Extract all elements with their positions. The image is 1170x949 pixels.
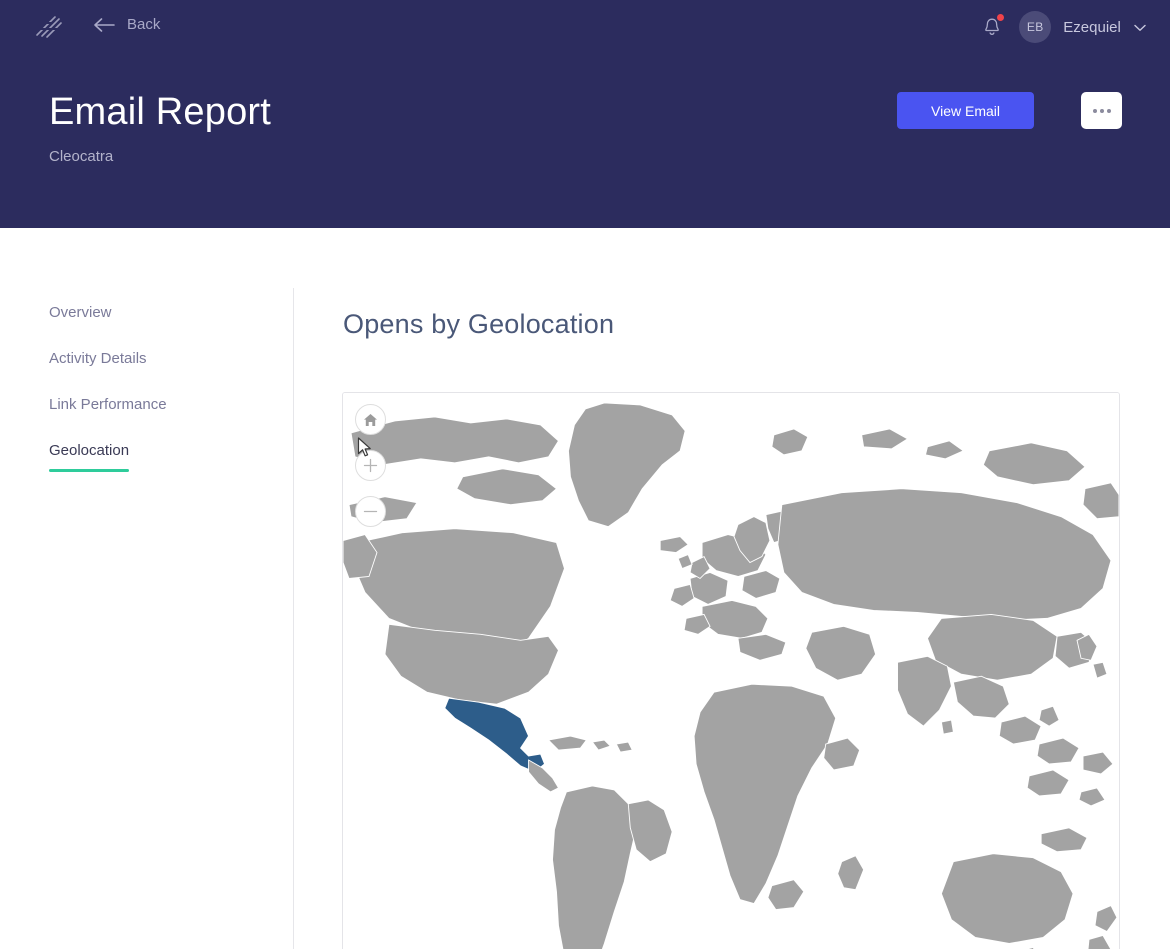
more-dot-icon	[1099, 108, 1104, 113]
chevron-down-icon	[1134, 19, 1146, 36]
sidebar-item-activity-details[interactable]: Activity Details	[49, 349, 147, 369]
page-title: Email Report	[49, 91, 272, 133]
map-home-button[interactable]	[355, 404, 386, 435]
geolocation-map-card[interactable]: little a lot	[342, 392, 1120, 949]
avatar[interactable]: EB	[1019, 11, 1052, 43]
sidebar-divider	[293, 288, 294, 949]
user-menu[interactable]: Ezequiel	[1063, 19, 1146, 36]
more-dot-icon	[1106, 108, 1111, 113]
page-header: Back EB Ezequiel Email Report Cleocatra …	[0, 0, 1170, 228]
avatar-initials: EB	[1026, 20, 1044, 34]
notification-badge-dot	[997, 14, 1005, 21]
back-link[interactable]: Back	[94, 14, 160, 36]
active-indicator	[49, 469, 130, 472]
map-zoom-in-button[interactable]	[355, 450, 386, 481]
view-email-button[interactable]: View Email	[897, 92, 1034, 129]
top-navigation-bar: Back EB Ezequiel	[0, 0, 1170, 52]
home-icon	[364, 413, 377, 426]
page-subtitle: Cleocatra	[49, 148, 114, 165]
sidebar-item-label: Geolocation	[49, 442, 130, 459]
back-link-label: Back	[127, 16, 161, 33]
sidebar-item-overview[interactable]: Overview	[49, 303, 112, 323]
page-body: Overview Activity Details Link Performan…	[0, 228, 1170, 949]
sidebar-item-geolocation[interactable]: Geolocation	[49, 441, 130, 472]
section-title: Opens by Geolocation	[343, 309, 615, 340]
world-map[interactable]	[343, 393, 1119, 949]
top-bar-right-cluster: EB Ezequiel	[977, 11, 1146, 43]
slash-marks-logo[interactable]	[33, 13, 63, 40]
map-zoom-out-button[interactable]	[355, 496, 386, 527]
more-dot-icon	[1092, 108, 1097, 113]
app-root: Back EB Ezequiel Email Report Cleocatra …	[0, 0, 1170, 949]
minus-icon	[363, 510, 378, 513]
sidebar-item-link-performance[interactable]: Link Performance	[49, 395, 167, 415]
plus-icon	[363, 458, 378, 473]
more-options-button[interactable]	[1081, 92, 1122, 129]
report-sidebar-nav: Overview Activity Details Link Performan…	[49, 303, 279, 487]
arrow-left-icon	[94, 18, 115, 32]
user-menu-label: Ezequiel	[1063, 18, 1121, 36]
map-controls	[355, 404, 386, 542]
notifications-button[interactable]	[977, 12, 1007, 42]
